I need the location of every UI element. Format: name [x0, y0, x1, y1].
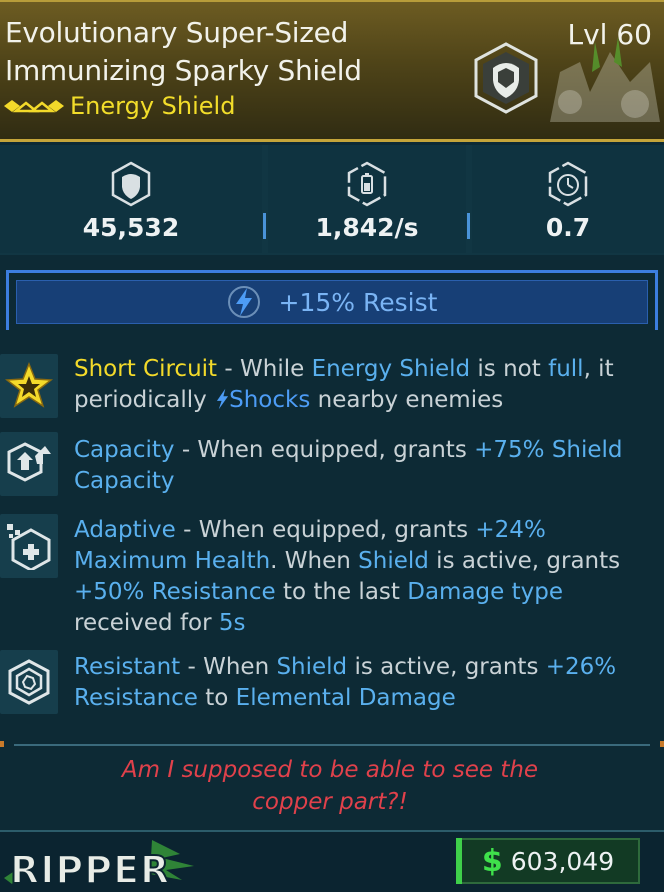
perk-text-segment: - When equipped, grants: [174, 437, 475, 463]
flavor-text: Am I supposed to be able to see the copp…: [80, 754, 580, 818]
stat-recharge-delay-value: 0.7: [545, 213, 591, 242]
perk-text-segment: is active, grants: [347, 654, 546, 680]
flavor-text-line-2: copper part?!: [252, 789, 408, 815]
item-name: Evolutionary Super-Sized Immunizing Spar…: [5, 14, 435, 90]
item-name-line-1: Evolutionary Super-Sized: [5, 16, 349, 49]
shield-emblem-icon: [474, 42, 538, 114]
perk-adaptive-text: Adaptive - When equipped, grants +24% Ma…: [74, 515, 654, 639]
divider-cap-left: [0, 741, 4, 747]
keyword: +50% Resistance: [74, 579, 276, 605]
perk-icon-frame: [0, 650, 58, 714]
price-box: $ 603,049: [456, 838, 640, 884]
keyword: 5s: [218, 610, 246, 636]
stat-capacity-value: 45,532: [82, 213, 180, 242]
rarity-chevrons-icon: [4, 100, 64, 113]
perk-name: Resistant: [74, 654, 181, 680]
item-footer: RIPPER $ 603,049: [0, 830, 664, 892]
perk-text-segment: - When: [180, 654, 277, 680]
resist-banner: +15% Resist: [16, 280, 648, 324]
stat-capacity: 45,532: [0, 145, 262, 253]
stat-recharge-rate-value: 1,842/s: [315, 213, 419, 242]
stat-recharge-delay: 0.7: [472, 145, 664, 253]
recharge-delay-icon: [548, 161, 588, 207]
perk-text-segment: to the last: [275, 579, 408, 605]
flavor-divider: [14, 744, 650, 746]
perk-name: Capacity: [74, 437, 175, 463]
perk-name: Adaptive: [74, 517, 176, 543]
keyword: Elemental Damage: [235, 685, 456, 711]
manufacturer-art-icon: [550, 37, 660, 122]
shield-capacity-icon: [111, 161, 151, 207]
resistant-icon: [8, 659, 50, 705]
lightning-bolt-icon: [227, 286, 260, 318]
short-circuit-star-icon: [5, 362, 53, 408]
price-accent: [456, 838, 462, 884]
perk-name: Short Circuit: [74, 356, 218, 382]
perk-text-segment: - When equipped, grants: [175, 517, 476, 543]
keyword: Shield: [358, 548, 429, 574]
resist-text: +15% Resist: [278, 287, 438, 317]
ripper-brand-text: RIPPER: [10, 848, 170, 892]
perk-text-segment: . When: [270, 548, 359, 574]
keyword: Energy Shield: [311, 356, 471, 382]
keyword: Damage type: [407, 579, 563, 605]
perk-capacity-text: Capacity - When equipped, grants +75% Sh…: [74, 435, 654, 497]
perk-icon-frame: [0, 432, 58, 496]
adaptive-icon: [7, 524, 51, 570]
keyword: Shield: [276, 654, 348, 680]
perk-text-segment: to: [197, 685, 236, 711]
perk-icon-frame: [0, 354, 58, 418]
perk-icon-frame: [0, 514, 58, 578]
perk-text-segment: is not: [470, 356, 549, 382]
item-name-line-2: Immunizing Sparky Shield: [5, 54, 362, 87]
stats-panel: 45,532 1,842/s 0.7: [0, 145, 664, 255]
item-type: Energy Shield: [70, 92, 236, 120]
divider-cap-right: [660, 741, 664, 747]
perk-text-segment: - While: [217, 356, 312, 382]
keyword: full: [548, 356, 584, 382]
currency-dollar-icon: $: [481, 843, 503, 879]
perk-text-segment: received for: [74, 610, 219, 636]
perk-text-segment: is active, grants: [428, 548, 621, 574]
shock-bolt-icon: [217, 388, 229, 410]
stat-separator: [467, 213, 470, 239]
stat-separator: [263, 213, 266, 239]
perk-short-circuit-text: Short Circuit - While Energy Shield is n…: [74, 354, 654, 416]
stat-recharge-rate: 1,842/s: [268, 145, 466, 253]
item-type-row: Energy Shield: [4, 92, 235, 120]
recharge-rate-icon: [347, 161, 387, 207]
item-header: Evolutionary Super-Sized Immunizing Spar…: [0, 0, 664, 142]
ripper-brand-logo: RIPPER: [2, 836, 202, 892]
perk-resistant-text: Resistant - When Shield is active, grant…: [74, 652, 654, 714]
flavor-text-line-1: Am I supposed to be able to see the: [121, 757, 539, 783]
item-price: 603,049: [510, 846, 615, 876]
perk-text-segment: nearby enemies: [310, 387, 504, 413]
footer-divider: [0, 830, 664, 832]
capacity-icon: [7, 442, 51, 482]
keyword: Shocks: [229, 387, 311, 413]
